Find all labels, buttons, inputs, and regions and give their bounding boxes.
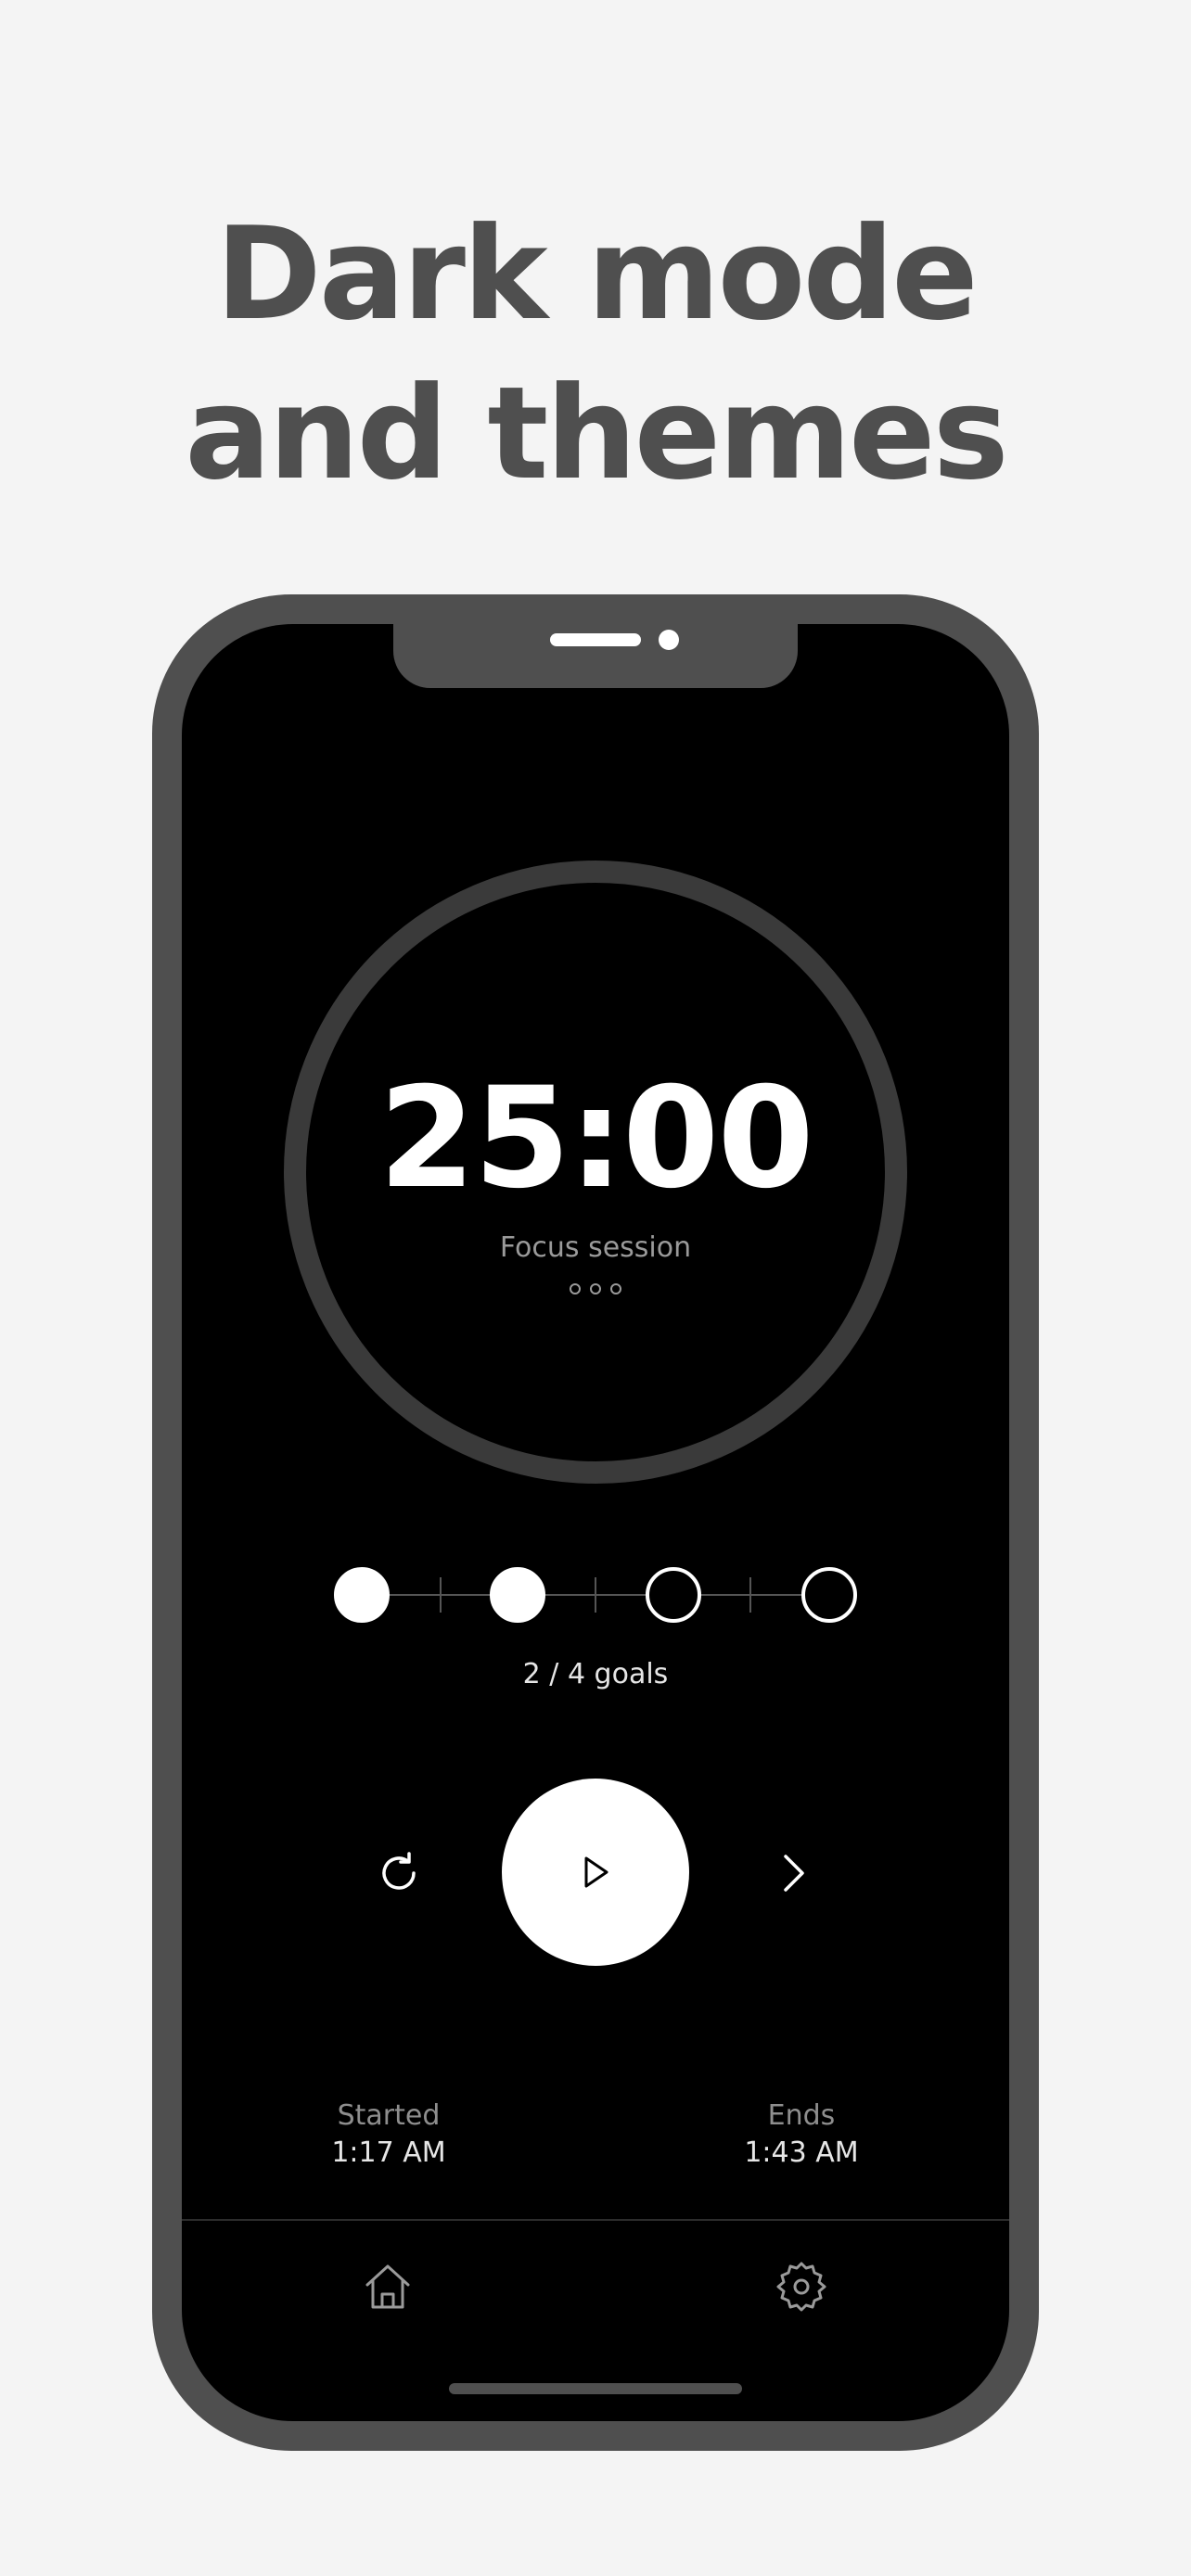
session-dot [610, 1283, 621, 1294]
home-icon [365, 2264, 410, 2309]
marketing-screenshot: Dark mode and themes 25:00 Focus session… [0, 0, 1191, 2576]
goal-node-pending [801, 1567, 857, 1623]
started-time: 1:17 AM [331, 2136, 446, 2169]
goal-node-complete [334, 1567, 390, 1623]
play-button[interactable] [502, 1779, 689, 1966]
tab-bar-divider [182, 2219, 1009, 2221]
ends-time: 1:43 AM [744, 2136, 859, 2169]
tab-home[interactable] [351, 2250, 425, 2324]
tab-settings[interactable] [764, 2250, 839, 2324]
started-label: Started [337, 2099, 441, 2132]
goal-track-tick [749, 1577, 751, 1613]
headline-line-1: Dark mode [215, 199, 979, 349]
headline: Dark mode and themes [0, 195, 1191, 514]
session-ends: Ends 1:43 AM [662, 2098, 941, 2172]
home-indicator[interactable] [449, 2383, 742, 2394]
headline-line-2: and themes [185, 359, 1009, 508]
goals-counter: 2 / 4 goals [522, 1658, 669, 1690]
session-type-label: Focus session [499, 1231, 692, 1264]
session-dot [570, 1283, 581, 1294]
skip-next-button[interactable] [756, 1836, 830, 1910]
goal-node-pending [646, 1567, 701, 1623]
ends-label: Ends [767, 2099, 836, 2132]
session-dots[interactable] [0, 1283, 1191, 1294]
play-icon [584, 1856, 608, 1888]
session-dot [590, 1283, 601, 1294]
gear-icon [776, 2262, 826, 2312]
speaker-slot [550, 633, 641, 646]
timer-display: 25:00 [378, 1058, 813, 1219]
goal-track-tick [440, 1577, 442, 1613]
reset-button[interactable] [362, 1836, 436, 1910]
goal-track-tick [595, 1577, 596, 1613]
session-started: Started 1:17 AM [250, 2098, 528, 2172]
refresh-icon [382, 1852, 416, 1890]
front-camera [659, 630, 679, 650]
chevron-right-icon [784, 1855, 804, 1892]
goal-node-complete [490, 1567, 545, 1623]
